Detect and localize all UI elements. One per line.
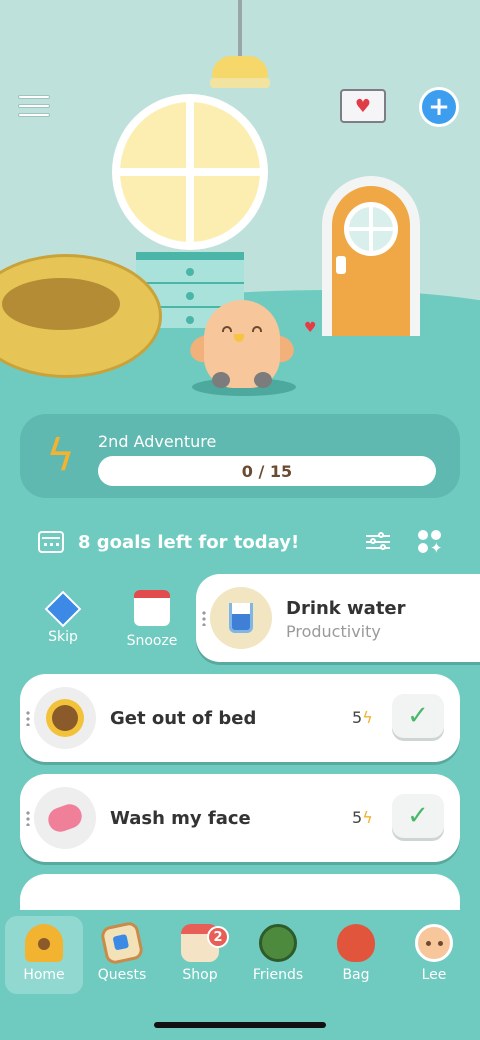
- lightning-bolt-icon: ϟ: [46, 430, 76, 481]
- nav-label: Shop: [182, 967, 218, 983]
- goal-card-wash-my-face[interactable]: Wash my face 5ϟ ✓: [20, 774, 460, 862]
- quest-scroll-icon: [99, 920, 145, 966]
- goal-category: Productivity: [286, 622, 381, 641]
- pet-foot-right: [254, 372, 272, 388]
- round-window: [112, 94, 268, 250]
- snooze-button[interactable]: Snooze: [117, 590, 187, 649]
- nav-label: Home: [23, 967, 65, 983]
- nav-label: Quests: [97, 967, 147, 983]
- tree-icon: [259, 924, 297, 962]
- add-goal-button[interactable]: +: [418, 86, 460, 128]
- goal-name: Get out of bed: [110, 708, 257, 729]
- nav-shop[interactable]: 2 Shop: [161, 916, 239, 994]
- drag-handle-icon[interactable]: [26, 810, 30, 826]
- avatar-icon: [415, 924, 453, 962]
- mail-button[interactable]: ♥: [338, 88, 388, 124]
- goal-points: 5ϟ: [352, 808, 373, 827]
- pet-room-scene: ♥: [0, 0, 480, 400]
- snooze-label: Snooze: [126, 633, 178, 649]
- nest-center: [2, 278, 120, 330]
- plus-badge-icon: +: [419, 87, 459, 127]
- lightning-bolt-icon: ϟ: [362, 708, 373, 727]
- nav-profile[interactable]: Lee: [395, 916, 473, 994]
- complete-goal-button[interactable]: ✓: [392, 794, 444, 838]
- calendar-snooze-icon: [134, 590, 170, 626]
- nav-label: Friends: [252, 967, 304, 983]
- hamburger-menu-icon: [14, 91, 54, 121]
- nav-bag[interactable]: Bag: [317, 916, 395, 994]
- lamp-cord: [238, 0, 242, 58]
- lamp-base: [210, 78, 270, 88]
- checkmark-icon: ✓: [407, 801, 429, 831]
- home-indicator: [154, 1022, 326, 1028]
- skip-button[interactable]: Skip: [28, 590, 98, 645]
- nav-label: Bag: [342, 967, 370, 983]
- door-handle: [336, 256, 346, 274]
- drag-handle-icon[interactable]: [202, 610, 206, 626]
- complete-goal-button[interactable]: ✓: [392, 694, 444, 738]
- ceiling-lamp-icon: [212, 56, 268, 78]
- adventure-progress-bar: 0 / 15: [98, 456, 436, 486]
- calendar-icon: [38, 531, 64, 553]
- lightning-bolt-icon: ϟ: [362, 808, 373, 827]
- adventure-title: 2nd Adventure: [98, 432, 217, 451]
- heart-icon: ♥: [304, 320, 317, 336]
- goal-name: Drink water: [286, 598, 406, 619]
- menu-button[interactable]: [14, 88, 54, 124]
- water-glass-icon: [210, 587, 272, 649]
- pet-foot-left: [212, 372, 230, 388]
- skip-label: Skip: [48, 629, 78, 645]
- goal-card-drink-water[interactable]: Drink water Productivity: [196, 574, 480, 662]
- checkmark-icon: ✓: [407, 701, 429, 731]
- soap-icon: [34, 787, 96, 849]
- goal-points: 5ϟ: [352, 708, 373, 727]
- nav-label: Lee: [421, 967, 447, 983]
- birdhouse-icon: [25, 924, 63, 962]
- bag-icon: [337, 924, 375, 962]
- shop-badge: 2: [207, 926, 229, 948]
- nav-friends[interactable]: Friends: [239, 916, 317, 994]
- door-window: [344, 202, 398, 256]
- envelope-heart-icon: ♥: [340, 89, 386, 123]
- drag-handle-icon[interactable]: [26, 710, 30, 726]
- grid-sparkle-icon[interactable]: ✦: [418, 530, 443, 557]
- goals-header: 8 goals left for today! ✦: [38, 524, 443, 560]
- sliders-icon[interactable]: [366, 531, 390, 553]
- goal-name: Wash my face: [110, 808, 251, 829]
- nav-quests[interactable]: Quests: [83, 916, 161, 994]
- goal-card-get-out-of-bed[interactable]: Get out of bed 5ϟ ✓: [20, 674, 460, 762]
- pet-eye-right: [252, 326, 262, 332]
- kite-icon: [44, 590, 82, 628]
- nav-home[interactable]: Home: [5, 916, 83, 994]
- goals-left-text: 8 goals left for today!: [78, 531, 300, 553]
- adventure-progress-text: 0 / 15: [241, 461, 293, 481]
- sunflower-icon: [34, 687, 96, 749]
- pet-eye-left: [222, 326, 232, 332]
- adventure-card[interactable]: ϟ 2nd Adventure 0 / 15: [20, 414, 460, 498]
- shop-icon: 2: [181, 924, 229, 962]
- bottom-navigation: Home Quests 2 Shop Friends Bag Lee: [0, 910, 480, 1040]
